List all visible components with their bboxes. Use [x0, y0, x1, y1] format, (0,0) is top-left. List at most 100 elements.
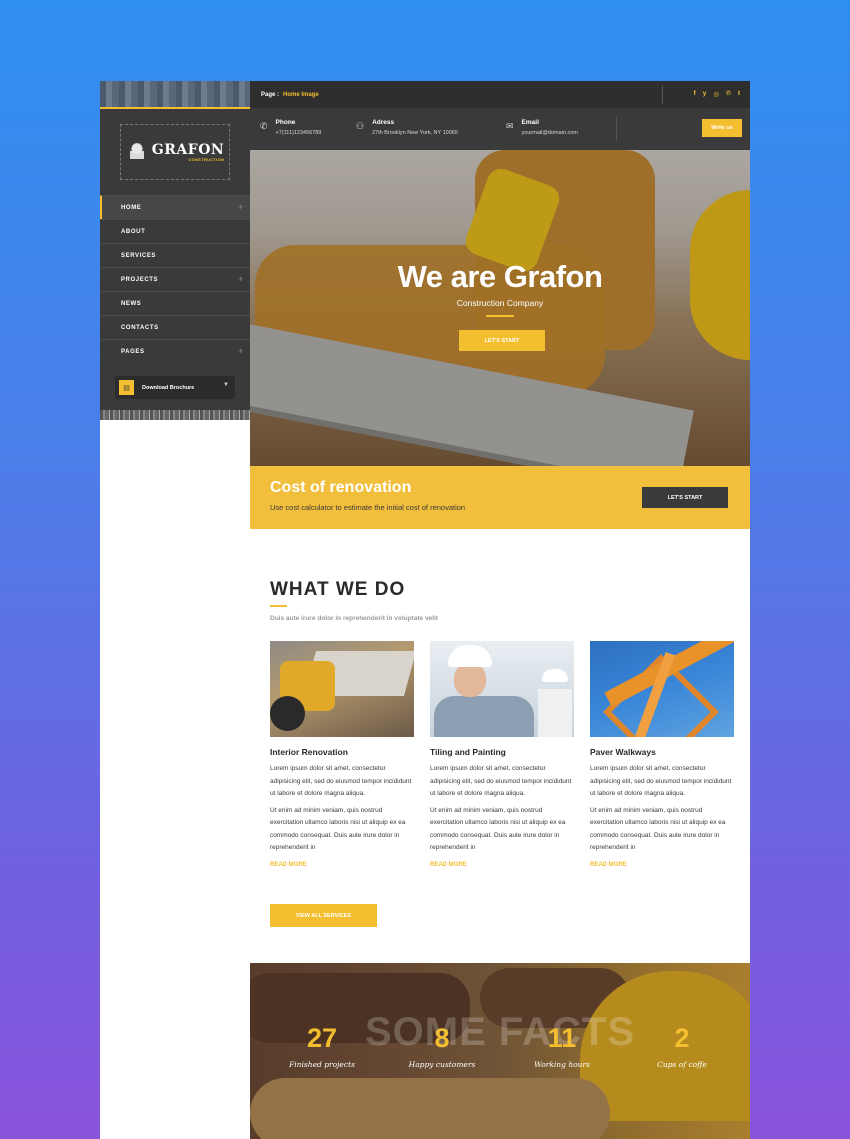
fact-label: Working hours	[534, 1060, 590, 1069]
cost-of-renovation-banner: Cost of renovation Use cost calculator t…	[250, 466, 750, 529]
phone-value[interactable]: +7(111)123456789	[276, 130, 322, 136]
cost-lets-start-button[interactable]: LET'S START	[642, 487, 728, 508]
brochure-label: Download Brochure	[142, 384, 195, 391]
service-card: Paver Walkways Lorem ipsum dolor sit ame…	[590, 641, 734, 868]
view-all-services-button[interactable]: VIEW ALL SERVICES	[270, 904, 377, 927]
sidebar-header-image	[100, 81, 250, 109]
mail-icon: ✉	[506, 121, 514, 131]
website-page: GRAFON CONSTRUCTION HOME + ABOUT SERVICES…	[100, 81, 750, 1139]
expand-plus-icon[interactable]: +	[238, 202, 244, 212]
read-more-link[interactable]: READ MORE	[270, 862, 414, 868]
top-bar: Page : Home Image f y ◎ ℗ t	[250, 81, 750, 108]
tumblr-icon[interactable]: t	[738, 90, 740, 98]
phone-title: Phone	[275, 119, 296, 126]
caret-down-icon: ▼	[223, 382, 229, 388]
contact-info-bar: ✆ Phone +7(111)123456789 ⚇ Adress 27th B…	[250, 108, 750, 150]
hero-overlay	[250, 150, 750, 466]
breadcrumb-label: Page :	[261, 91, 280, 98]
read-more-link[interactable]: READ MORE	[590, 862, 734, 868]
service-text: Ut enim ad minim veniam, quis nostrud ex…	[430, 806, 566, 852]
service-title[interactable]: Interior Renovation	[270, 747, 414, 757]
divider	[662, 85, 663, 104]
fact-number: 8	[434, 1023, 450, 1053]
nav-label: SERVICES	[121, 252, 157, 259]
email-title: Email	[521, 119, 539, 126]
hero-subtitle: Construction Company	[456, 298, 544, 308]
fact-item: 11 Working hours	[502, 1025, 622, 1070]
email-info: ✉ Email yourmail@domain.com	[506, 119, 578, 136]
service-image-engineers[interactable]	[430, 641, 574, 737]
fact-item: 8 Happy customers	[382, 1023, 502, 1070]
lets-start-button[interactable]: LET'S START	[459, 330, 545, 351]
phone-icon: ✆	[260, 121, 268, 131]
nav-item-services[interactable]: SERVICES	[100, 243, 250, 267]
phone-info: ✆ Phone +7(111)123456789	[260, 119, 321, 136]
nav-label: NEWS	[121, 300, 142, 307]
service-image-crane[interactable]	[590, 641, 734, 737]
motorcycle-icon: ⚇	[356, 121, 365, 131]
service-text: Lorem ipsum dolor sit amet, consectetur …	[590, 765, 732, 797]
service-text: Lorem ipsum dolor sit amet, consectetur …	[430, 765, 572, 797]
logo-name: GRAFON	[151, 141, 225, 158]
image-face	[454, 663, 486, 697]
write-us-button[interactable]: Write us	[702, 119, 742, 137]
nav-item-projects[interactable]: PROJECTS +	[100, 267, 250, 291]
hero-title: We are Grafon	[397, 259, 603, 294]
image-helmet	[448, 645, 492, 667]
read-more-link[interactable]: READ MORE	[430, 862, 574, 868]
download-brochure-button[interactable]: ▤ Download Brochure ▼	[115, 376, 235, 399]
image-wheel	[270, 696, 305, 731]
expand-plus-icon[interactable]: +	[238, 346, 244, 356]
facebook-icon[interactable]: f	[694, 90, 696, 98]
cost-description: Use cost calculator to estimate the init…	[270, 503, 466, 512]
service-card: Interior Renovation Lorem ipsum dolor si…	[270, 641, 414, 868]
address-info: ⚇ Adress 27th Brooklyn New York, NY 1006…	[356, 119, 458, 136]
worker-logo-icon	[125, 141, 148, 163]
sidebar: GRAFON CONSTRUCTION HOME + ABOUT SERVICES…	[100, 81, 250, 420]
hero-banner: We are Grafon Construction Company LET'S…	[250, 150, 750, 466]
main-nav: HOME + ABOUT SERVICES PROJECTS + NEWS CONT…	[100, 195, 250, 363]
instagram-icon[interactable]: ◎	[713, 90, 719, 98]
breadcrumb-current[interactable]: Home Image	[283, 92, 319, 98]
image-helmet	[542, 669, 568, 682]
image-person	[538, 689, 572, 737]
section-underline	[270, 605, 287, 607]
fact-label: Cups of coffe	[657, 1060, 707, 1069]
nav-label: PROJECTS	[121, 276, 159, 283]
service-title[interactable]: Tiling and Painting	[430, 747, 574, 757]
logo[interactable]: GRAFON CONSTRUCTION	[120, 124, 230, 180]
nav-label: HOME	[121, 204, 142, 211]
nav-item-home[interactable]: HOME +	[100, 195, 250, 219]
hero-underline	[486, 315, 514, 317]
twitter-icon[interactable]: y	[703, 90, 707, 98]
fact-number: 27	[306, 1023, 338, 1053]
service-title[interactable]: Paver Walkways	[590, 747, 734, 757]
divider	[616, 117, 617, 141]
service-card: Tiling and Painting Lorem ipsum dolor si…	[430, 641, 574, 868]
document-icon: ▤	[119, 380, 134, 395]
nav-label: PAGES	[121, 348, 145, 355]
fact-label: Finished projects	[289, 1060, 355, 1069]
pinterest-icon[interactable]: ℗	[726, 90, 731, 98]
service-text: Ut enim ad minim veniam, quis nostrud ex…	[590, 806, 726, 852]
service-text: Lorem ipsum dolor sit amet, consectetur …	[270, 765, 412, 797]
social-links: f y ◎ ℗ t	[694, 90, 740, 98]
fact-label: Happy customers	[408, 1060, 476, 1069]
nav-label: ABOUT	[121, 228, 146, 235]
expand-plus-icon[interactable]: +	[238, 274, 244, 284]
address-title: Adress	[372, 119, 395, 126]
image-suit	[434, 696, 534, 737]
nav-item-pages[interactable]: PAGES +	[100, 339, 250, 363]
section-subtitle: Duis aute irure dolor in reprehenderit i…	[270, 615, 438, 622]
nav-item-about[interactable]: ABOUT	[100, 219, 250, 243]
sidebar-footer-image	[100, 410, 250, 420]
section-title: WHAT WE DO	[270, 579, 406, 600]
address-value: 27th Brooklyn New York, NY 10065	[372, 130, 458, 136]
facts-section: SOME FACTS 27 Finished projects 8 Happy …	[250, 963, 750, 1139]
nav-item-contacts[interactable]: CONTACTS	[100, 315, 250, 339]
service-image-loader[interactable]	[270, 641, 414, 737]
nav-label: CONTACTS	[121, 324, 159, 331]
nav-item-news[interactable]: NEWS	[100, 291, 250, 315]
email-value[interactable]: yourmail@domain.com	[522, 130, 578, 136]
fact-number: 2	[674, 1023, 690, 1053]
